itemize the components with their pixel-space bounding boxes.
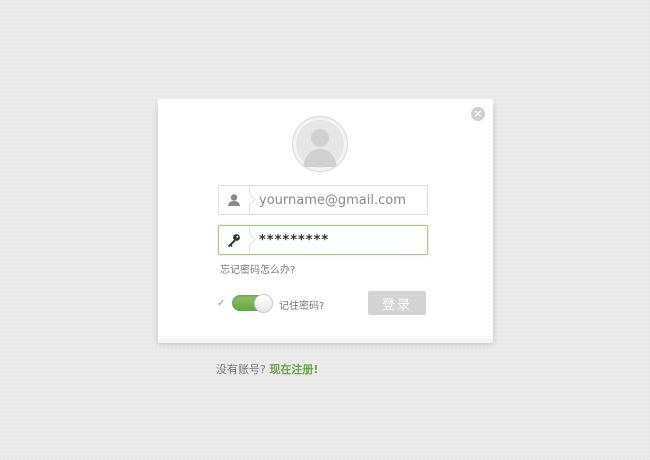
password-input[interactable] xyxy=(259,226,419,254)
check-icon: ✓ xyxy=(217,298,226,309)
signup-prompt-text: 没有账号? xyxy=(216,363,266,376)
toggle-knob[interactable] xyxy=(254,294,273,313)
close-icon[interactable]: × xyxy=(471,107,485,121)
username-input[interactable] xyxy=(259,186,419,214)
forgot-password-link[interactable]: 忘记密码怎么办? xyxy=(220,261,295,276)
login-dialog: × 忘记密码怎么办? ✓ 记住密码? 登录 xyxy=(158,99,493,339)
register-suffix: ! xyxy=(313,363,319,376)
password-field xyxy=(218,225,428,255)
user-icon xyxy=(219,186,250,214)
username-field xyxy=(218,185,428,215)
remember-label: 记住密码? xyxy=(279,301,325,312)
avatar-icon xyxy=(292,116,348,172)
login-button[interactable]: 登录 xyxy=(368,291,426,315)
register-link[interactable]: 现在注册 xyxy=(269,363,313,376)
key-icon xyxy=(219,226,250,254)
remember-toggle[interactable] xyxy=(232,294,273,313)
signup-prompt: 没有账号? 现在注册! xyxy=(216,361,318,377)
